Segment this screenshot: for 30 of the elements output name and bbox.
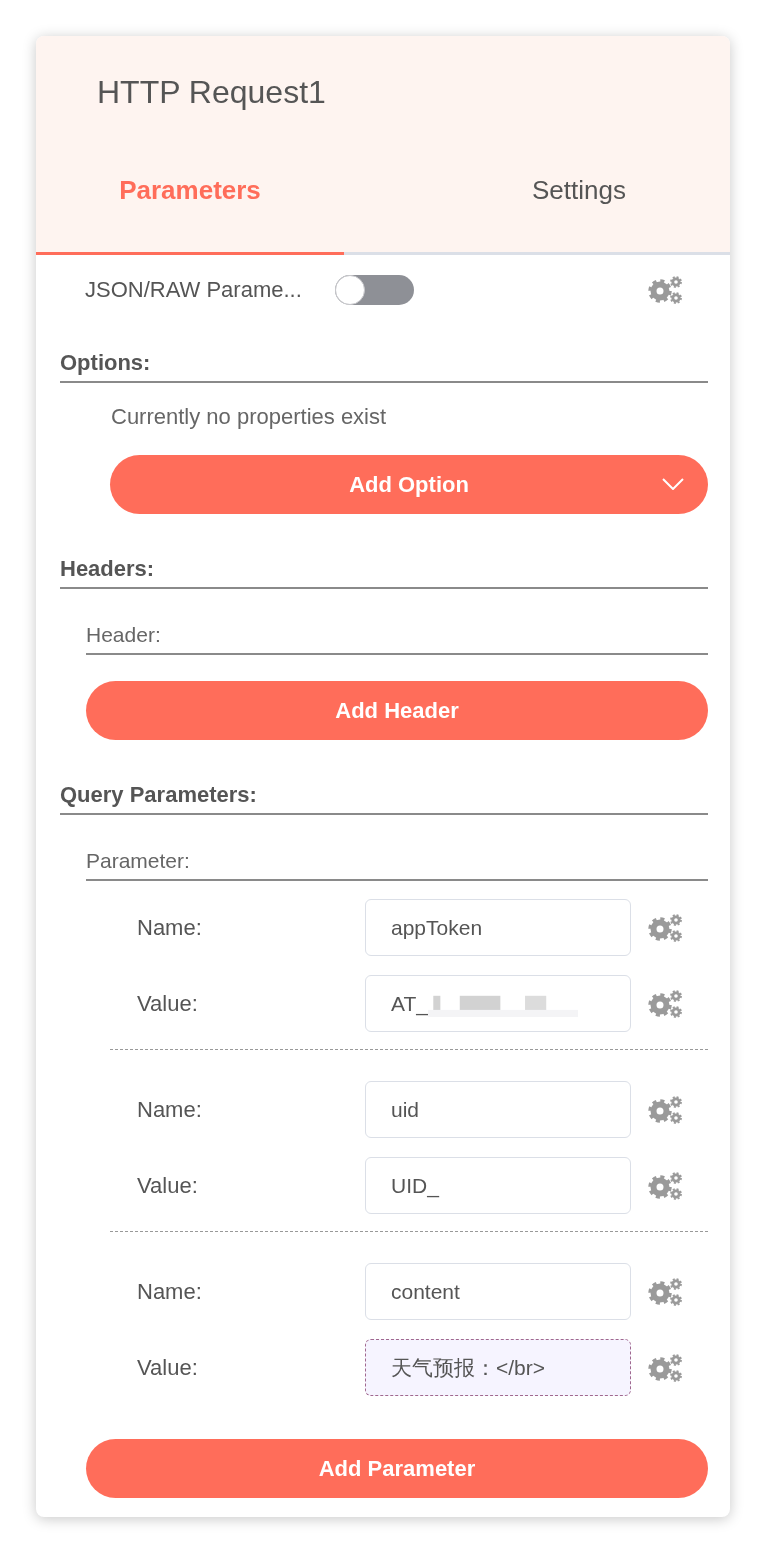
settings-icon[interactable] (648, 1352, 682, 1383)
field-label: Name: (137, 1095, 203, 1124)
collection-label: Parameter: (86, 847, 708, 881)
tab[interactable]: Settings (344, 150, 730, 255)
input-field[interactable]: appToken (365, 899, 631, 956)
chevron-down-icon (662, 478, 684, 490)
node-title: HTTP Request1 (96, 73, 327, 112)
section-title: Options: (60, 349, 708, 383)
field-label: Value: (137, 989, 199, 1018)
field-label: Value: (137, 1171, 199, 1200)
settings-icon[interactable] (648, 1170, 682, 1201)
field-label: Value: (137, 1353, 199, 1382)
input-field[interactable]: AT_ (365, 975, 631, 1032)
input-field[interactable]: 天气预报：</br> (365, 1339, 631, 1396)
section-title: Query Parameters: (60, 781, 708, 815)
section-title: Headers: (60, 555, 708, 589)
collection-label: Header: (86, 621, 708, 655)
empty-options-text: Currently no properties exist (111, 403, 388, 431)
settings-icon[interactable] (648, 912, 682, 943)
input-field[interactable]: uid (365, 1081, 631, 1138)
field-label: Name: (137, 1277, 203, 1306)
field-label: Name: (137, 913, 203, 942)
json-raw-parameters-label: JSON/RAW Parame... (85, 276, 303, 304)
settings-icon[interactable] (648, 1094, 682, 1125)
input-field[interactable]: UID_ (365, 1157, 631, 1214)
settings-icon[interactable] (648, 988, 682, 1019)
toggle-switch[interactable] (335, 275, 414, 305)
settings-icon[interactable] (648, 1276, 682, 1307)
input-field[interactable]: content (365, 1263, 631, 1320)
settings-icon[interactable] (648, 275, 682, 305)
